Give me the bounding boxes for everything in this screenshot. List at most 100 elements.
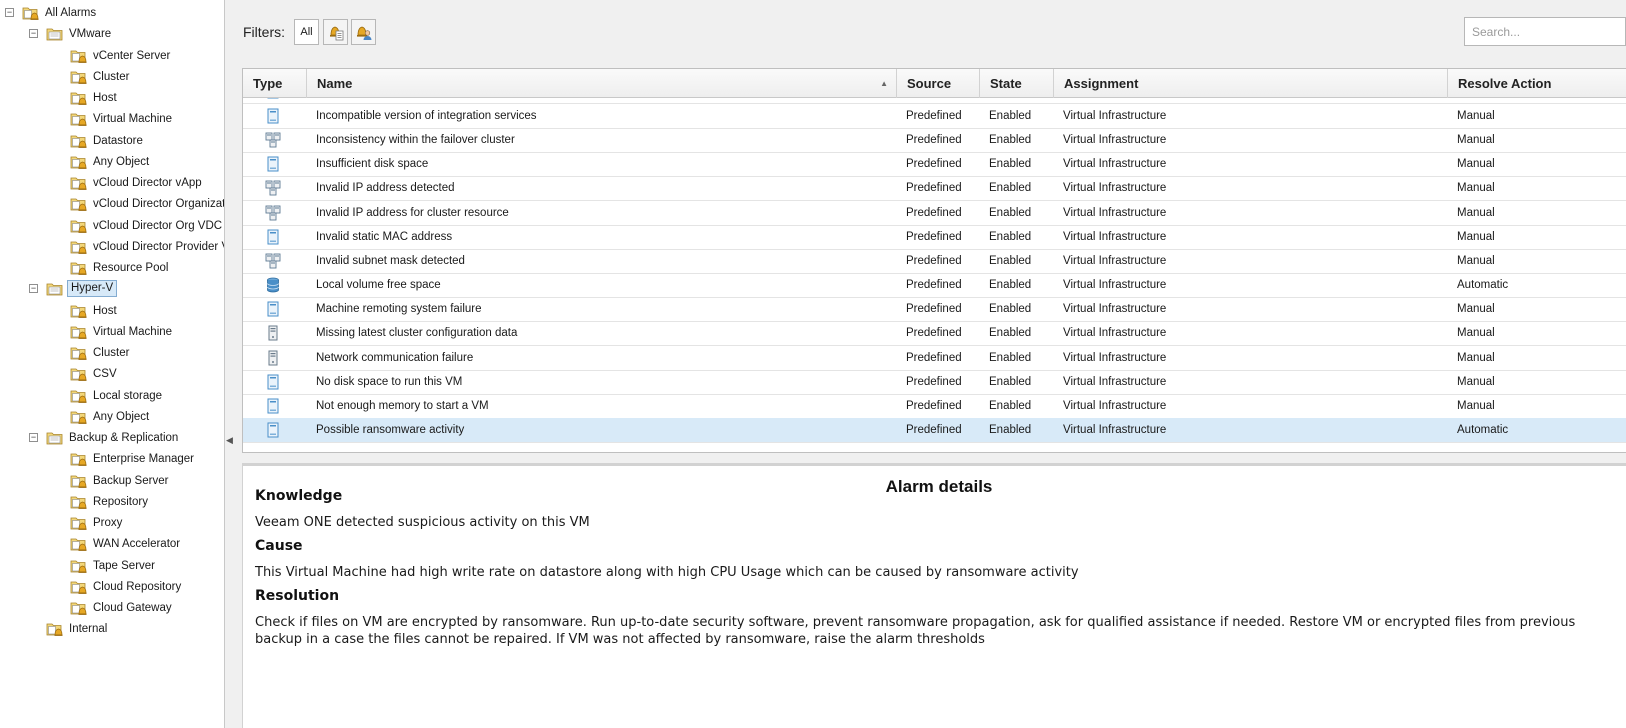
tree-item-cluster[interactable]: Cluster	[0, 343, 224, 363]
tree-item-hyper-v[interactable]: − Hyper-V	[0, 279, 224, 299]
filter-user-alarm-button[interactable]	[351, 19, 376, 45]
tree-item-all-alarms[interactable]: − All Alarms	[0, 3, 224, 23]
tree-item-backup-server[interactable]: Backup Server	[0, 471, 224, 491]
tree-item-vcloud-director-org-vdc[interactable]: vCloud Director Org VDC	[0, 216, 224, 236]
tree-item-cloud-repository[interactable]: Cloud Repository	[0, 577, 224, 597]
column-header-type[interactable]: Type	[243, 69, 307, 98]
column-header-source[interactable]: Source	[897, 69, 980, 98]
tree-item-csv[interactable]: CSV	[0, 364, 224, 384]
tree-item-cluster[interactable]: Cluster	[0, 67, 224, 87]
cell-source: Predefined	[906, 375, 962, 388]
folder-icon	[46, 26, 64, 42]
tree-item-label: WAN Accelerator	[93, 538, 181, 551]
table-row[interactable]: No disk space to run this VM Predefined En…	[243, 370, 1626, 395]
cell-assignment: Virtual Infrastructure	[1063, 110, 1167, 122]
tree-item-resource-pool[interactable]: Resource Pool	[0, 258, 224, 278]
tree-item-host[interactable]: Host	[0, 301, 224, 321]
table-row[interactable]: Missing latest cluster configuration dat…	[243, 321, 1626, 347]
tree-item-vcenter-server[interactable]: vCenter Server	[0, 46, 224, 66]
column-header-name[interactable]: Name ▲	[307, 69, 897, 98]
tree-item-label: Any Object	[93, 155, 150, 168]
table-row[interactable]: Invalid subnet mask detected Predefined En…	[243, 249, 1626, 274]
tree-item-label: Backup & Replication	[69, 432, 179, 444]
tree-item-wan-accelerator[interactable]: WAN Accelerator	[0, 534, 224, 554]
cell-name: Incompatible version of integration serv…	[316, 110, 537, 122]
tree-item-datastore[interactable]: Datastore	[0, 131, 224, 151]
alarm-folder-icon	[70, 196, 88, 212]
vm-icon	[265, 374, 281, 390]
alarm-details-panel: Alarm details Knowledge Veeam ONE detect…	[242, 463, 1626, 728]
alarm-folder-icon	[70, 133, 88, 149]
alarm-folder-icon	[70, 303, 88, 319]
tree-item-label: vCloud Director Organizatio	[93, 198, 225, 211]
collapse-icon[interactable]: −	[5, 8, 14, 17]
folder-icon	[46, 430, 64, 446]
alarm-folder-icon	[22, 5, 40, 21]
tree-item-any-object[interactable]: Any Object	[0, 407, 224, 427]
table-row[interactable]: Incompatible version of integration serv…	[243, 104, 1626, 129]
cell-state: Enabled	[989, 279, 1032, 292]
tree-item-label: Any Object	[93, 410, 150, 423]
vm-icon	[265, 301, 281, 317]
tree-item-host[interactable]: Host	[0, 88, 224, 108]
cluster-icon	[265, 180, 281, 196]
alarm-folder-icon	[70, 451, 88, 467]
tree-item-local-storage[interactable]: Local storage	[0, 386, 224, 406]
cell-resolve-action: Manual	[1457, 206, 1495, 219]
tree-item-backup-replication[interactable]: − Backup & Replication	[0, 428, 224, 448]
folder-icon	[46, 281, 64, 297]
tree-item-label: Internal	[69, 623, 108, 636]
filter-alarm-button[interactable]	[323, 19, 348, 45]
tree-item-repository[interactable]: Repository	[0, 492, 224, 512]
column-header-assignment[interactable]: Assignment	[1054, 69, 1448, 98]
tree-item-label: Datastore	[93, 134, 143, 147]
cell-source: Predefined	[906, 254, 962, 267]
table-row[interactable]: Machine remoting system failure Predefine…	[243, 297, 1626, 323]
collapse-pane-arrow-icon[interactable]: ◀	[226, 430, 233, 450]
tree-item-virtual-machine[interactable]: Virtual Machine	[0, 322, 224, 342]
cell-source: Predefined	[906, 399, 962, 412]
tree-item-tape-server[interactable]: Tape Server	[0, 556, 224, 576]
table-row[interactable]: Possible ransomware activity Predefined En…	[243, 417, 1626, 443]
tree-item-vmware[interactable]: − VMware	[0, 24, 224, 44]
tree-item-label: vCloud Director vApp	[93, 177, 202, 189]
table-row[interactable]: Inconsistency within the failover cluste…	[243, 128, 1626, 154]
tree-item-vcloud-director-vapp[interactable]: vCloud Director vApp	[0, 173, 224, 193]
pane-splitter[interactable]	[225, 0, 233, 728]
alarm-folder-icon	[70, 324, 88, 340]
cell-name: Missing latest cluster configuration dat…	[316, 327, 518, 340]
cell-name: Machine remoting system failure	[316, 303, 482, 316]
search-input[interactable]	[1464, 17, 1626, 46]
tree-item-label: Cloud Repository	[93, 580, 182, 593]
tree-item-label: All Alarms	[45, 7, 97, 19]
table-row[interactable]: Invalid IP address for cluster resource P…	[243, 201, 1626, 226]
tree-item-internal[interactable]: Internal	[0, 619, 224, 639]
filter-all-button[interactable]: All	[294, 19, 319, 45]
tree-item-any-object[interactable]: Any Object	[0, 152, 224, 172]
table-row[interactable]: Network communication failure Predefined E…	[243, 346, 1626, 371]
table-row[interactable]: Invalid static MAC address Predefined Enab…	[243, 225, 1626, 250]
tree-item-vcloud-director-organizatio[interactable]: vCloud Director Organizatio	[0, 194, 225, 214]
collapse-icon[interactable]: −	[29, 29, 38, 39]
cell-assignment: Virtual Infrastructure	[1063, 375, 1167, 388]
collapse-icon[interactable]: −	[29, 433, 38, 442]
column-header-resolve-action[interactable]: Resolve Action	[1448, 69, 1626, 98]
cell-state: Enabled	[989, 158, 1032, 171]
table-row[interactable]: Not enough memory to start a VM Predefine…	[243, 394, 1626, 419]
tree-item-enterprise-manager[interactable]: Enterprise Manager	[0, 449, 224, 469]
tree-item-virtual-machine[interactable]: Virtual Machine	[0, 109, 224, 129]
table-row[interactable]: Local volume free space Predefined Enabled…	[243, 273, 1626, 299]
tree-item-proxy[interactable]: Proxy	[0, 513, 224, 533]
alarm-folder-icon	[46, 621, 64, 637]
collapse-icon[interactable]: −	[29, 284, 38, 294]
cell-source: Predefined	[906, 158, 962, 171]
table-row[interactable]: Invalid IP address detected Predefined Ena…	[243, 176, 1626, 202]
cell-state: Enabled	[989, 423, 1032, 436]
alarm-list-pane: Filters: All Type Name ▲ Source Stat	[233, 0, 1626, 728]
tree-item-vcloud-director-provider-vd[interactable]: vCloud Director Provider VD	[0, 237, 224, 257]
table-row[interactable]: Insufficient disk space Predefined Enabled…	[243, 152, 1626, 178]
column-header-state[interactable]: State	[980, 69, 1054, 98]
cell-state: Enabled	[989, 230, 1032, 243]
tree-item-cloud-gateway[interactable]: Cloud Gateway	[0, 598, 224, 618]
cell-assignment: Virtual Infrastructure	[1063, 351, 1167, 364]
